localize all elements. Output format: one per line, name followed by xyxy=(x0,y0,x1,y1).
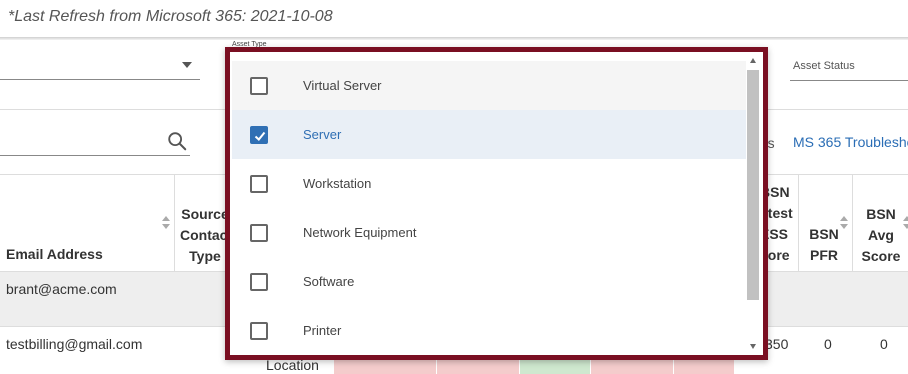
option-software[interactable]: Software xyxy=(232,257,746,306)
checkbox-checked[interactable] xyxy=(250,126,268,144)
left-filter-select[interactable] xyxy=(0,54,200,80)
sort-icon[interactable] xyxy=(840,216,848,230)
scroll-up-icon[interactable] xyxy=(750,58,756,63)
header-line: Type xyxy=(189,248,221,264)
email-column-header[interactable]: Email Address xyxy=(6,245,103,263)
bsn-avg-score-header[interactable]: BSN Avg Score xyxy=(858,205,904,265)
option-virtual-server[interactable]: Virtual Server xyxy=(232,61,746,110)
checkbox[interactable] xyxy=(250,224,268,242)
chevron-down-icon xyxy=(182,62,192,68)
bsn-avg-cell: 0 xyxy=(880,336,888,352)
header-line: Avg xyxy=(868,227,894,243)
option-label: Workstation xyxy=(303,176,372,191)
option-label: Virtual Server xyxy=(303,78,382,93)
option-server[interactable]: Server xyxy=(232,110,746,159)
header-line: BSN xyxy=(866,206,896,222)
option-label: Network Equipment xyxy=(303,225,417,240)
checkbox[interactable] xyxy=(250,273,268,291)
checkmark-icon xyxy=(254,131,266,141)
bsn-latest-cell: 350 xyxy=(765,336,789,352)
header-line: Contact xyxy=(180,227,233,243)
asset-status-underline xyxy=(790,80,908,81)
checkbox[interactable] xyxy=(250,322,268,340)
ms365-troubleshoot-link[interactable]: MS 365 Troublesho xyxy=(793,134,908,150)
asset-status-label[interactable]: Asset Status xyxy=(793,60,855,72)
email-cell: brant@acme.com xyxy=(6,281,117,297)
scrollbar-thumb[interactable] xyxy=(747,70,759,300)
last-refresh-note: *Last Refresh from Microsoft 365: 2021-1… xyxy=(8,8,333,25)
scroll-down-icon[interactable] xyxy=(750,344,756,349)
checkbox[interactable] xyxy=(250,175,268,193)
option-workstation[interactable]: Workstation xyxy=(232,159,746,208)
checkbox[interactable] xyxy=(250,77,268,95)
bsn-pfr-header[interactable]: BSN PFR xyxy=(804,225,844,264)
sort-icon[interactable] xyxy=(162,216,170,230)
option-label: Printer xyxy=(303,323,342,338)
asset-type-dropdown-list[interactable]: Virtual Server Server Workstation Networ… xyxy=(232,61,746,355)
search-input[interactable] xyxy=(0,128,190,156)
sort-icon[interactable] xyxy=(903,216,908,230)
header-divider xyxy=(0,37,908,40)
search-icon[interactable] xyxy=(166,130,188,152)
email-cell: testbilling@gmail.com xyxy=(6,336,143,352)
option-printer[interactable]: Printer xyxy=(232,306,746,355)
bsn-pfr-cell: 0 xyxy=(824,336,832,352)
header-line: Score xyxy=(861,248,901,264)
option-network-equipment[interactable]: Network Equipment xyxy=(232,208,746,257)
header-line: BSN xyxy=(809,226,839,242)
option-label: Server xyxy=(303,127,342,142)
option-label: Software xyxy=(303,274,355,289)
header-line: PFR xyxy=(810,247,838,263)
source-contact-type-header[interactable]: Source Contact Type xyxy=(180,205,233,265)
header-line: Source xyxy=(181,206,229,222)
